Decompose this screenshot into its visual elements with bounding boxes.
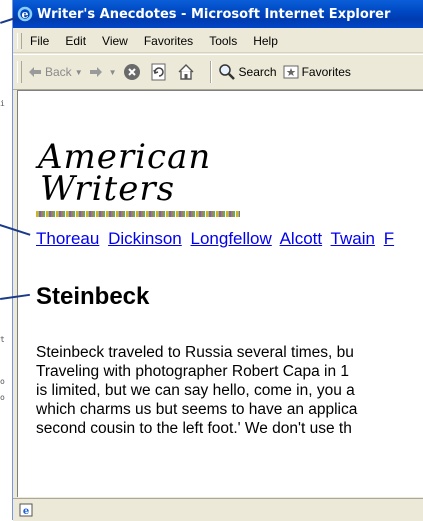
menu-file[interactable]: File bbox=[30, 34, 49, 48]
nav-link-longfellow[interactable]: Longfellow bbox=[191, 229, 272, 248]
author-nav: Thoreau Dickinson Longfellow Alcott Twai… bbox=[36, 229, 398, 249]
logo-line-2: Writers bbox=[40, 169, 176, 209]
anecdote-paragraph: Steinbeck traveled to Russia several tim… bbox=[36, 343, 423, 438]
paragraph-line: Traveling with photographer Robert Capa … bbox=[36, 363, 350, 380]
standard-toolbar: Back ▼ ▼ Search Favorites bbox=[13, 54, 423, 90]
menu-tools[interactable]: Tools bbox=[209, 34, 237, 48]
svg-text:e: e bbox=[22, 8, 29, 21]
paragraph-line: Steinbeck traveled to Russia several tim… bbox=[36, 344, 354, 361]
page-content: American Writers Thoreau Dickinson Longf… bbox=[17, 90, 423, 497]
american-writers-logo: American Writers bbox=[34, 137, 244, 217]
chevron-down-icon[interactable]: ▼ bbox=[75, 68, 83, 77]
toolbar-separator bbox=[209, 61, 212, 83]
paragraph-line: second cousin to the left foot.' We don'… bbox=[36, 420, 352, 437]
menu-bar: File Edit View Favorites Tools Help bbox=[13, 30, 423, 53]
nav-link-more[interactable]: F bbox=[384, 229, 394, 248]
nav-link-thoreau[interactable]: Thoreau bbox=[36, 229, 99, 248]
margin-tick: t bbox=[0, 335, 5, 344]
logo-underline bbox=[36, 211, 240, 217]
menu-favorites[interactable]: Favorites bbox=[144, 34, 193, 48]
nav-link-alcott[interactable]: Alcott bbox=[280, 229, 323, 248]
title-bar[interactable]: e Writer's Anecdotes - Microsoft Interne… bbox=[13, 0, 423, 28]
back-button[interactable]: Back ▼ bbox=[28, 65, 83, 79]
home-icon bbox=[178, 64, 194, 80]
favorites-button[interactable]: Favorites bbox=[283, 64, 351, 80]
window-title: Writer's Anecdotes - Microsoft Internet … bbox=[37, 6, 391, 22]
margin-tick: o bbox=[0, 377, 5, 386]
ie-logo-icon: e bbox=[17, 6, 33, 22]
paragraph-line: which charms us but seems to have an app… bbox=[36, 401, 358, 418]
chevron-down-icon[interactable]: ▼ bbox=[109, 68, 117, 77]
favorites-label: Favorites bbox=[301, 65, 351, 79]
stop-icon bbox=[123, 64, 140, 80]
refresh-button[interactable] bbox=[150, 63, 171, 81]
back-arrow-icon bbox=[29, 67, 41, 77]
status-bar: e bbox=[13, 498, 423, 521]
nav-link-twain[interactable]: Twain bbox=[331, 229, 375, 248]
search-label: Search bbox=[238, 65, 277, 79]
left-margin: i t o o bbox=[0, 0, 12, 520]
favorites-star-icon bbox=[283, 65, 299, 79]
page-heading: Steinbeck bbox=[36, 283, 150, 310]
svg-text:e: e bbox=[23, 506, 29, 517]
back-label: Back bbox=[45, 65, 72, 79]
paragraph-line: is limited, but we can say hello, come i… bbox=[36, 382, 355, 399]
forward-arrow-icon bbox=[89, 67, 102, 77]
home-button[interactable] bbox=[177, 63, 198, 81]
search-button[interactable]: Search bbox=[218, 63, 277, 81]
margin-tick: o bbox=[0, 393, 5, 402]
menu-edit[interactable]: Edit bbox=[65, 34, 86, 48]
search-icon bbox=[218, 64, 235, 80]
forward-button[interactable]: ▼ bbox=[89, 66, 117, 78]
page-status-icon: e bbox=[19, 503, 33, 517]
stop-button[interactable] bbox=[123, 63, 144, 81]
menu-grip bbox=[17, 33, 22, 49]
refresh-icon bbox=[151, 63, 166, 81]
browser-window: e Writer's Anecdotes - Microsoft Interne… bbox=[12, 0, 423, 521]
nav-link-dickinson[interactable]: Dickinson bbox=[108, 229, 182, 248]
menu-view[interactable]: View bbox=[102, 34, 128, 48]
menu-help[interactable]: Help bbox=[253, 34, 278, 48]
margin-tick: i bbox=[0, 99, 5, 108]
toolbar-grip bbox=[17, 61, 22, 83]
